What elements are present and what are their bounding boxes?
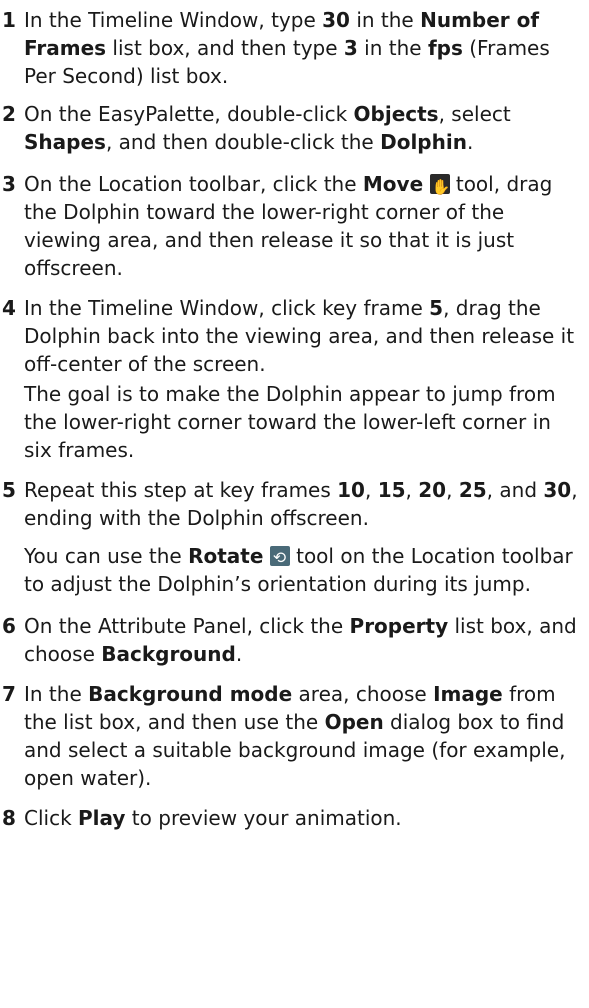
step-4: 4 In the Timeline Window, click key fram…: [0, 294, 589, 378]
step-5: 5 Repeat this step at key frames 10, 15,…: [0, 476, 589, 532]
bold-term: Move: [362, 172, 424, 196]
step-2: 2 On the EasyPalette, double-click Objec…: [0, 100, 589, 156]
text-run: On the Attribute Panel, click the: [24, 614, 350, 638]
step-text: In the Background mode area, choose Imag…: [24, 680, 589, 792]
text-run: in the: [357, 36, 428, 60]
step-text: On the Location toolbar, click the Move …: [24, 170, 589, 282]
bold-term: Background: [101, 642, 236, 666]
bold-term: 25: [458, 478, 487, 502]
step-7: 7 In the Background mode area, choose Im…: [0, 680, 589, 792]
step-number: 2: [2, 102, 16, 126]
step-text: In the Timeline Window, type 30 in the N…: [24, 6, 589, 90]
step-text: Repeat this step at key frames 10, 15, 2…: [24, 476, 589, 532]
bold-term: Dolphin: [380, 130, 467, 154]
text-run: , select: [438, 102, 511, 126]
text-run: list box, and then type: [106, 36, 344, 60]
text-run: In the: [24, 682, 89, 706]
bold-term: Background mode: [88, 682, 293, 706]
bold-term: Objects: [353, 102, 439, 126]
text-run: in the: [349, 8, 421, 32]
bold-term: 10: [337, 478, 365, 502]
text-run: You can use the: [24, 544, 189, 568]
text-run: In the Timeline Window, click key frame: [24, 296, 430, 320]
step-number: 6: [2, 614, 16, 638]
step-number: 8: [2, 806, 16, 830]
bold-term: 5: [429, 296, 444, 320]
step-6: 6 On the Attribute Panel, click the Prop…: [0, 612, 589, 668]
step-text: Click Play to preview your animation.: [24, 804, 589, 832]
step-number: 7: [2, 682, 16, 706]
bold-term: 30: [322, 8, 350, 32]
step-1: 1 In the Timeline Window, type 30 in the…: [0, 6, 589, 90]
bold-term: Open: [324, 710, 384, 734]
step-4-note: The goal is to make the Dolphin appear t…: [24, 380, 589, 464]
bold-term: Shapes: [24, 130, 106, 154]
bold-term: Play: [78, 806, 126, 830]
text-run: .: [466, 130, 474, 154]
step-text: On the EasyPalette, double-click Objects…: [24, 100, 589, 156]
step-number: 1: [2, 8, 16, 32]
text-run: ,: [405, 478, 419, 502]
instructions-page: 1 In the Timeline Window, type 30 in the…: [0, 0, 589, 1008]
text-run: Repeat this step at key frames: [24, 478, 338, 502]
text-run: ,: [364, 478, 378, 502]
bold-term: Property: [349, 614, 449, 638]
step-number: 3: [2, 172, 16, 196]
bold-term: 3: [343, 36, 358, 60]
bold-term: Rotate: [188, 544, 264, 568]
text-run: area, choose: [292, 682, 434, 706]
bold-term: 20: [418, 478, 447, 502]
text-run: Click: [24, 806, 79, 830]
text-run: On the Location toolbar, click the: [24, 172, 363, 196]
text-run: ,: [446, 478, 459, 502]
move-icon: [429, 173, 450, 201]
bold-term: 30: [543, 478, 572, 502]
step-number: 4: [2, 296, 16, 320]
bold-term: 15: [377, 478, 406, 502]
step-8: 8 Click Play to preview your animation.: [0, 804, 589, 832]
text-run: , and: [486, 478, 544, 502]
text-run: In the Timeline Window, type: [24, 8, 323, 32]
text-run: .: [235, 642, 243, 666]
step-5-note: You can use the Rotate tool on the Locat…: [24, 542, 589, 598]
rotate-icon: [269, 544, 290, 572]
text-run: On the EasyPalette, double-click: [24, 102, 354, 126]
text-run: , and then double-click the: [105, 130, 381, 154]
text-run: The goal is to make the Dolphin appear t…: [24, 382, 556, 462]
step-text: On the Attribute Panel, click the Proper…: [24, 612, 589, 668]
bold-term: fps: [427, 36, 463, 60]
text-run: to preview your animation.: [125, 806, 402, 830]
step-text: In the Timeline Window, click key frame …: [24, 294, 589, 378]
bold-term: Image: [433, 682, 503, 706]
step-number: 5: [2, 478, 16, 502]
step-3: 3 On the Location toolbar, click the Mov…: [0, 170, 589, 282]
